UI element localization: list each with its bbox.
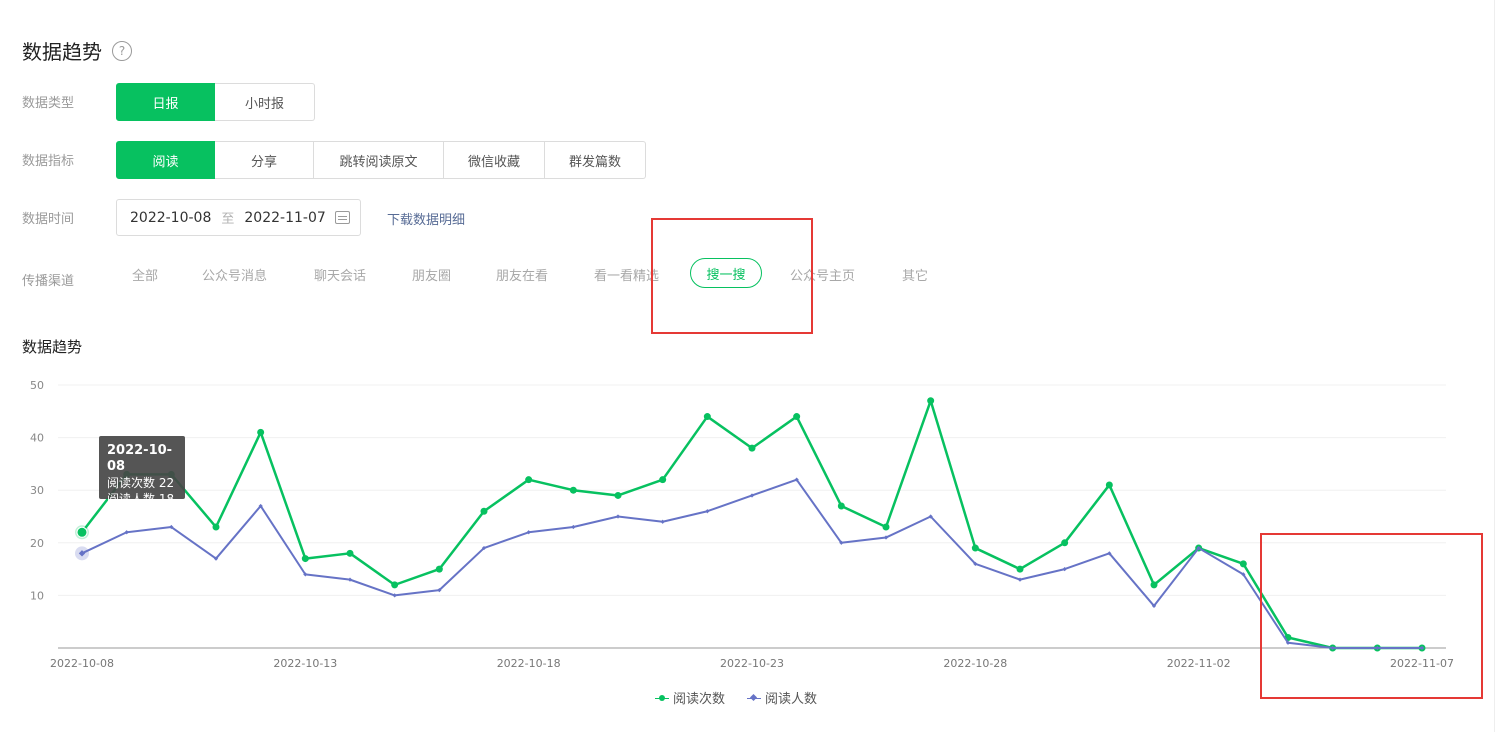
series-point-reads: [391, 581, 399, 589]
series-point-reads: [971, 544, 979, 552]
series-point-reads: [346, 549, 354, 557]
series-point-reads: [1105, 481, 1113, 489]
series-point-reads: [882, 523, 890, 531]
x-tick-label: 2022-10-18: [497, 657, 561, 670]
x-tick-label: 2022-11-02: [1167, 657, 1231, 670]
series-point-reads: [793, 413, 801, 421]
series-point-reads: [927, 397, 935, 405]
tooltip-readers: 阅读人数 18: [107, 492, 175, 506]
x-tick-label: 2022-11-07: [1390, 657, 1454, 670]
series-point-reads: [76, 526, 88, 538]
series-point-reads: [301, 555, 309, 563]
trend-chart: 10 20 30 40 50 2022-10-08 2022-10-13 2022-10-18…: [30, 379, 1454, 670]
series-point-reads: [212, 523, 220, 531]
y-tick-label: 40: [30, 432, 44, 445]
series-point-reads: [435, 565, 443, 573]
x-tick-label: 2022-10-13: [273, 657, 337, 670]
series-point-reads: [703, 413, 711, 421]
series-point-reads: [480, 507, 488, 515]
chart-legend: 阅读次数 阅读人数: [655, 688, 839, 707]
y-tick-label: 30: [30, 484, 44, 497]
y-tick-label: 20: [30, 537, 44, 550]
legend-diamond-icon: [747, 694, 762, 702]
tooltip-reads: 阅读次数 22: [107, 476, 175, 490]
legend-dot-icon: [655, 694, 669, 702]
x-tick-label: 2022-10-28: [943, 657, 1007, 670]
x-tick-label: 2022-10-08: [50, 657, 114, 670]
series-point-reads: [659, 476, 667, 484]
page-scrollbar[interactable]: [1494, 0, 1507, 732]
y-tick-label: 50: [30, 379, 44, 392]
legend-item-reads[interactable]: 阅读次数: [655, 688, 725, 707]
series-point-reads: [748, 444, 756, 452]
series-point-reads: [257, 428, 265, 436]
series-point-reads: [1150, 581, 1158, 589]
x-tick-label: 2022-10-23: [720, 657, 784, 670]
legend-item-readers[interactable]: 阅读人数: [747, 688, 817, 707]
legend-label-reads: 阅读次数: [673, 692, 726, 707]
series-point-reads: [1239, 560, 1247, 568]
legend-label-readers: 阅读人数: [765, 692, 818, 707]
series-point-reads: [1016, 565, 1024, 573]
chart-tooltip: 2022-10-08 阅读次数 22 阅读人数 18: [99, 436, 185, 506]
y-tick-label: 10: [30, 589, 44, 602]
tooltip-date: 2022-10-08: [107, 443, 173, 474]
series-point-reads: [837, 502, 845, 510]
series-point-readers: [615, 514, 621, 519]
series-point-reads: [614, 491, 622, 499]
series-point-reads: [525, 476, 533, 484]
series-point-readers: [571, 524, 576, 530]
series-point-readers: [660, 519, 665, 524]
series-line-readers: [81, 478, 1422, 649]
series-point-reads: [1061, 539, 1069, 547]
series-point-reads: [569, 486, 577, 494]
